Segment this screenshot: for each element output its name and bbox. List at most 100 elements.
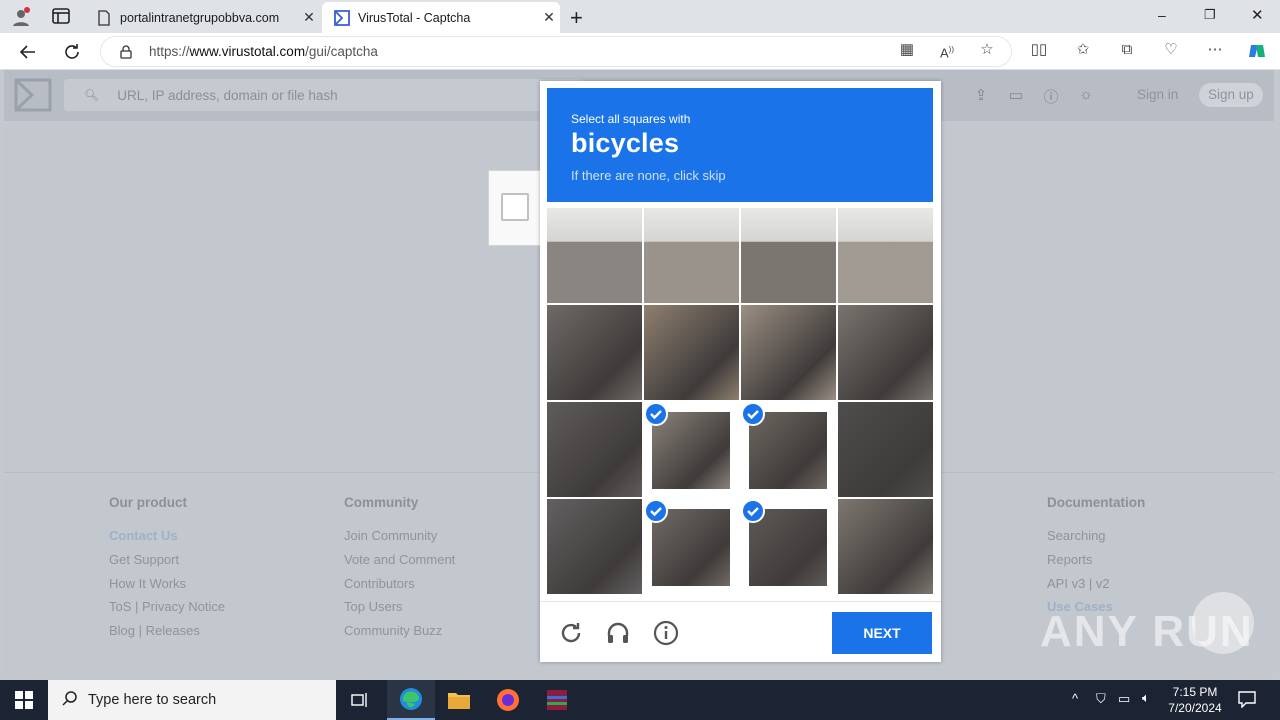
task-view-icon[interactable]: [336, 680, 384, 720]
copilot-icon[interactable]: [1247, 41, 1265, 59]
show-hidden-icons-icon[interactable]: ^: [1072, 691, 1078, 706]
captcha-tile[interactable]: [644, 402, 739, 497]
virustotal-logo-icon: [334, 9, 350, 26]
tab-close-icon[interactable]: ✕: [538, 9, 560, 26]
footer-link[interactable]: How It Works: [109, 572, 225, 596]
taskbar-search[interactable]: Type here to search: [48, 680, 336, 720]
notifications-icon[interactable]: [1238, 690, 1256, 709]
sign-up-button[interactable]: Sign up: [1199, 83, 1263, 107]
tab-title: VirusTotal - Captcha: [358, 10, 471, 25]
more-menu-icon[interactable]: ⋯: [1206, 41, 1224, 59]
captcha-tile[interactable]: [741, 208, 836, 303]
recaptcha-checkbox[interactable]: [501, 193, 529, 221]
footer-link[interactable]: Vote and Comment: [344, 548, 455, 572]
captcha-tile[interactable]: [741, 499, 836, 594]
profile-icon[interactable]: [10, 6, 32, 28]
refresh-button[interactable]: [58, 38, 86, 66]
file-explorer-icon[interactable]: [435, 680, 483, 720]
selected-check-icon: [644, 402, 668, 426]
footer-link[interactable]: Blog | Releases: [109, 619, 225, 643]
virustotal-logo-icon[interactable]: [14, 78, 52, 112]
start-button[interactable]: [0, 680, 48, 720]
edge-app-icon[interactable]: [387, 680, 435, 720]
close-window-button[interactable]: ✕: [1251, 6, 1264, 24]
clock-date: 7/20/2024: [1168, 701, 1222, 715]
new-tab-button[interactable]: +: [570, 5, 583, 31]
app-available-icon[interactable]: ▦: [898, 41, 916, 59]
captcha-tile[interactable]: [547, 499, 642, 594]
footer-link[interactable]: Searching: [1047, 524, 1145, 548]
captcha-tile[interactable]: [644, 208, 739, 303]
captcha-tile[interactable]: [741, 402, 836, 497]
theme-toggle-icon[interactable]: ☼: [1076, 86, 1096, 106]
winrar-icon[interactable]: [533, 680, 581, 720]
network-icon[interactable]: ▭: [1118, 691, 1130, 707]
captcha-header: Select all squares with bicycles If ther…: [547, 88, 933, 202]
tab-close-icon[interactable]: ✕: [298, 9, 320, 26]
browser-essentials-icon[interactable]: ♡: [1162, 41, 1180, 59]
captcha-tile[interactable]: [838, 208, 933, 303]
captcha-tile[interactable]: [547, 208, 642, 303]
footer-link[interactable]: Get Support: [109, 548, 225, 572]
search-icon: [62, 690, 78, 710]
footer-link[interactable]: Contact Us: [109, 524, 225, 548]
captcha-tile-image: [547, 208, 642, 303]
captcha-tile[interactable]: [838, 402, 933, 497]
captcha-hint: If there are none, click skip: [571, 168, 726, 183]
footer-link[interactable]: Community Buzz: [344, 619, 455, 643]
info-icon[interactable]: [653, 620, 679, 646]
captcha-tile-image: [644, 208, 739, 303]
footer-link[interactable]: ToS | Privacy Notice: [109, 595, 225, 619]
recaptcha-checkbox-widget: [488, 170, 542, 246]
sign-in-link[interactable]: Sign in: [1137, 87, 1178, 102]
captcha-image-grid: [547, 208, 933, 594]
reload-icon[interactable]: [558, 620, 584, 646]
footer-link[interactable]: Join Community: [344, 524, 455, 548]
firefox-icon[interactable]: [484, 680, 532, 720]
tab-virustotal[interactable]: VirusTotal - Captcha ✕: [322, 2, 560, 33]
favorites-icon[interactable]: ✩: [1074, 41, 1092, 59]
taskbar-search-placeholder: Type here to search: [88, 692, 217, 708]
volume-icon[interactable]: 🔈︎: [1142, 690, 1150, 706]
captcha-instruction: Select all squares with: [571, 112, 691, 126]
anyrun-logo-icon: [1192, 592, 1254, 654]
captcha-tile-image: [838, 499, 933, 594]
search-input[interactable]: 🔍︎ URL, IP address, domain or file hash: [64, 79, 584, 111]
captcha-tile[interactable]: [644, 499, 739, 594]
notifications-icon[interactable]: ▭: [1006, 86, 1026, 106]
captcha-tile[interactable]: [547, 402, 642, 497]
restore-button[interactable]: ❐: [1204, 7, 1216, 23]
url-field[interactable]: https://www.virustotal.com/gui/captcha: [100, 36, 1012, 67]
selected-check-icon: [741, 402, 765, 426]
tab-title: portalintranetgrupobbva.com: [120, 10, 280, 25]
audio-challenge-icon[interactable]: [605, 620, 631, 646]
help-icon[interactable]: ⓘ: [1041, 86, 1061, 106]
favorite-star-icon[interactable]: ☆: [978, 41, 996, 59]
split-screen-icon[interactable]: ▯▯: [1030, 41, 1048, 59]
minimize-button[interactable]: –: [1158, 7, 1166, 23]
security-icon[interactable]: ⛉: [1096, 691, 1106, 707]
clock[interactable]: 7:15 PM 7/20/2024: [1160, 684, 1230, 716]
captcha-footer: NEXT: [540, 601, 941, 662]
tab-portalintranet[interactable]: portalintranetgrupobbva.com ✕: [84, 2, 320, 33]
footer-link[interactable]: Reports: [1047, 548, 1145, 572]
captcha-challenge: Select all squares with bicycles If ther…: [540, 81, 941, 662]
footer-link[interactable]: Top Users: [344, 595, 455, 619]
tab-bar: portalintranetgrupobbva.com ✕ VirusTotal…: [0, 0, 1280, 33]
captcha-tile[interactable]: [547, 305, 642, 400]
collections-icon[interactable]: ⧉: [1118, 41, 1136, 59]
tab-actions-icon[interactable]: [52, 8, 70, 24]
captcha-tile-image: [838, 305, 933, 400]
captcha-tile[interactable]: [838, 305, 933, 400]
footer-link[interactable]: API v3 | v2: [1047, 572, 1145, 596]
back-button[interactable]: [14, 38, 42, 66]
captcha-tile[interactable]: [741, 305, 836, 400]
captcha-tile[interactable]: [644, 305, 739, 400]
next-button[interactable]: NEXT: [832, 612, 932, 654]
read-aloud-icon[interactable]: A)): [938, 41, 956, 60]
lock-icon[interactable]: [119, 44, 133, 59]
footer-link[interactable]: Contributors: [344, 572, 455, 596]
captcha-tile[interactable]: [838, 499, 933, 594]
upload-icon[interactable]: ⇪: [971, 86, 991, 106]
search-icon: 🔍︎: [84, 88, 100, 102]
